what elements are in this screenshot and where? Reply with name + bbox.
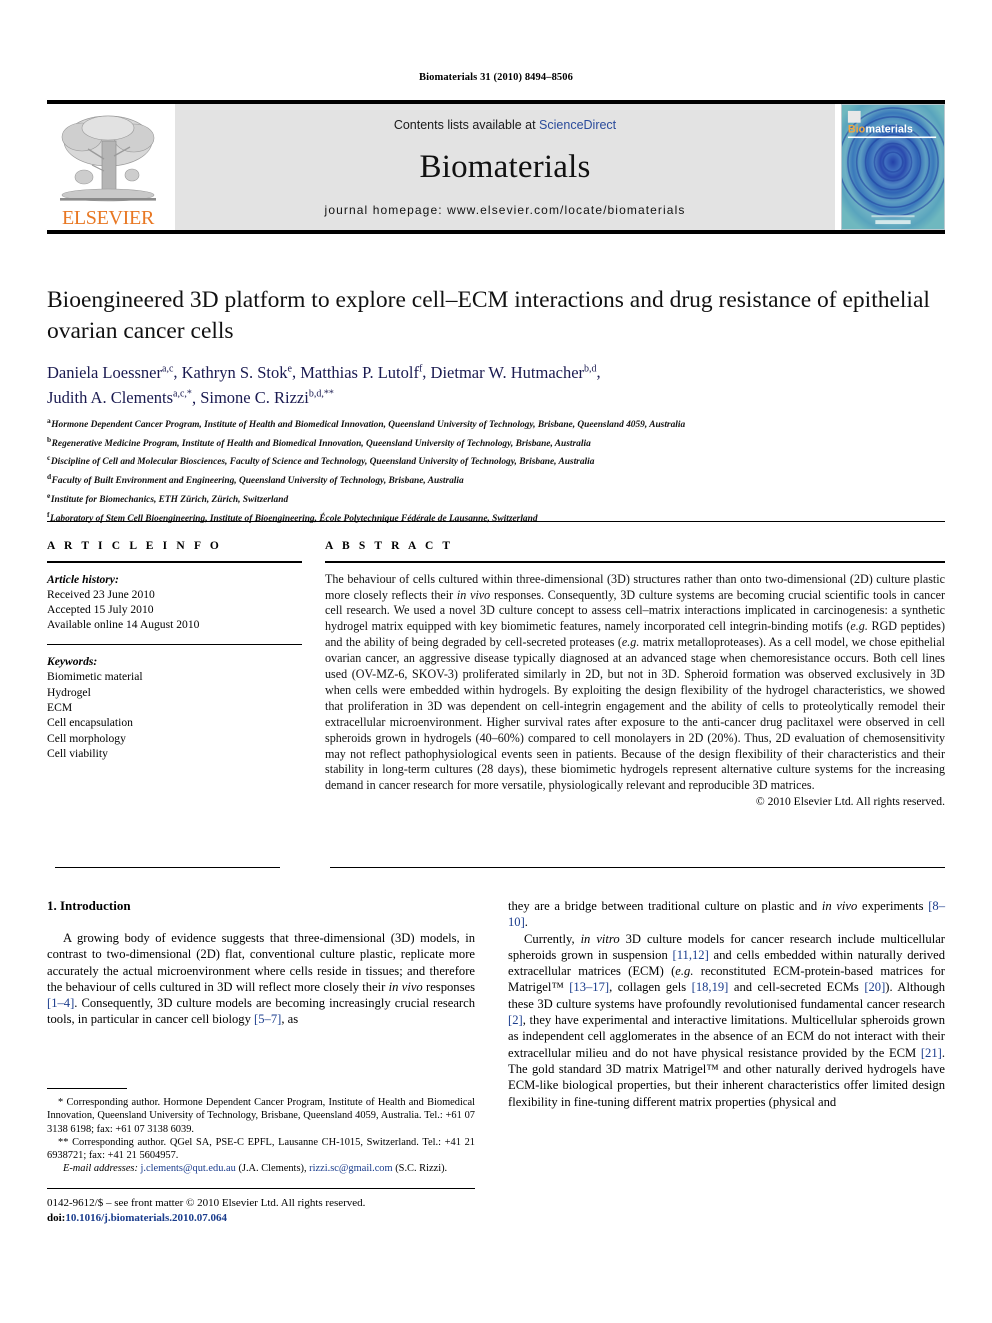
keyword-0: Biomimetic material [47, 670, 143, 684]
intro-paragraph-1-continued: they are a bridge between traditional cu… [508, 899, 945, 930]
affiliation-c: cDiscipline of Cell and Molecular Biosci… [47, 453, 595, 468]
journal-title: Biomaterials [419, 149, 591, 185]
abstract-heading-rule [325, 561, 945, 563]
author-1: Kathryn S. Stoke [181, 362, 292, 382]
article-history-label: Article history: [47, 572, 119, 586]
intro-paragraph-1: A growing body of evidence suggests that… [47, 931, 475, 1027]
elsevier-logo: ELSEVIER [47, 104, 169, 230]
affiliation-list: aHormone Dependent Cancer Program, Insti… [47, 414, 947, 526]
footnote-corresponding-2: ** Corresponding author. QGel SA, PSE-C … [47, 1136, 475, 1162]
imprint-front-matter: 0142-9612/$ – see front matter © 2010 El… [47, 1197, 366, 1209]
abstract-copyright: © 2010 Elsevier Ltd. All rights reserved… [755, 795, 945, 809]
contents-prefix: Contents lists available at [393, 118, 540, 132]
article-info-column: A R T I C L E I N F O Article history: R… [47, 540, 302, 761]
affiliation-a: aHormone Dependent Cancer Program, Insti… [47, 416, 686, 431]
abstract-column: A B S T R A C T The behaviour of cells c… [325, 540, 945, 808]
doi-link[interactable]: 10.1016/j.biomaterials.2010.07.064 [65, 1212, 227, 1224]
abstract-text: The behaviour of cells cultured within t… [325, 571, 945, 793]
journal-banner: Contents lists available at ScienceDirec… [175, 104, 835, 230]
keyword-3: Cell encapsulation [47, 716, 133, 730]
affiliation-e: eInstitute for Biomechanics, ETH Zürich,… [47, 490, 289, 505]
author-list: Daniela Loessnera,c, Kathryn S. Stoke, M… [47, 362, 601, 408]
article-info-heading-rule [47, 561, 302, 563]
body-left-column: 1. Introduction A growing body of eviden… [47, 898, 475, 1028]
imprint-top-rule [47, 1188, 475, 1190]
elsevier-tree-icon [60, 115, 156, 202]
journal-masthead: ELSEVIER Contents lists available at Sci… [47, 100, 945, 234]
author-3: Dietmar W. Hutmacherb,d [430, 362, 597, 382]
svg-text:materials: materials [866, 124, 913, 136]
email-link-clements[interactable]: j.clements@qut.edu.au [141, 1163, 236, 1174]
page-title: Bioengineered 3D platform to explore cel… [47, 287, 930, 344]
keyword-4: Cell morphology [47, 731, 126, 745]
author-0-affiliation-marks: a,c [162, 363, 174, 374]
email-link-rizzi[interactable]: rizzi.sc@gmail.com [309, 1163, 392, 1174]
author-5-affiliation-marks: b,d,** [308, 388, 334, 400]
running-head: Biomaterials 31 (2010) 8494–8506 [419, 72, 573, 83]
author-4-affiliation-marks: a,c,* [173, 388, 192, 400]
keyword-5: Cell viability [47, 746, 108, 760]
article-info-heading: A R T I C L E I N F O [47, 540, 222, 552]
email-owner-clements: (J.A. Clements), [238, 1163, 307, 1175]
footnote-corresponding-1: * Corresponding author. Hormone Dependen… [47, 1097, 475, 1135]
footnote-block: * Corresponding author. Hormone Dependen… [47, 1096, 475, 1176]
body-left-rule [55, 867, 280, 869]
footnote-separator-rule [47, 1088, 127, 1090]
contents-available-line: Contents lists available at ScienceDirec… [394, 118, 616, 132]
history-online: Available online 14 August 2010 [47, 618, 200, 632]
author-3-affiliation-marks: b,d [584, 363, 597, 374]
history-received: Received 23 June 2010 [47, 587, 155, 601]
author-2-affiliation-marks: f [418, 363, 423, 374]
author-5: Simone C. Rizzib,d,** [200, 388, 334, 407]
keywords-label: Keywords: [47, 655, 98, 669]
affiliation-f: fLaboratory of Stem Cell Bioengineering,… [47, 509, 538, 524]
abstract-heading: A B S T R A C T [325, 540, 454, 552]
imprint-block: 0142-9612/$ – see front matter © 2010 El… [47, 1196, 475, 1225]
keyword-1: Hydrogel [47, 685, 91, 699]
journal-cover-thumbnail: Bio materials [841, 104, 945, 230]
article-history-block: Article history: Received 23 June 2010 A… [47, 572, 302, 633]
section-number: 1. [47, 898, 57, 913]
elsevier-wordmark: ELSEVIER [61, 207, 155, 229]
affiliation-d: dFaculty of Built Environment and Engine… [47, 472, 464, 487]
info-section-top-rule [47, 521, 945, 522]
sciencedirect-link[interactable]: ScienceDirect [539, 118, 616, 132]
masthead-bottom-rule [47, 230, 945, 234]
author-4: Judith A. Clementsa,c,* [47, 388, 192, 407]
imprint-doi-line: doi:10.1016/j.biomaterials.2010.07.064 [47, 1211, 475, 1226]
keywords-block: Keywords: Biomimetic material Hydrogel E… [47, 654, 302, 761]
journal-article-page: Biomaterials 31 (2010) 8494–8506 ELSEVIE… [0, 0, 992, 1323]
doi-prefix: doi: [47, 1211, 66, 1224]
section-heading-introduction: 1. Introduction [47, 898, 475, 914]
body-right-rule [330, 867, 945, 869]
svg-text:Bio: Bio [848, 124, 866, 136]
email-owner-rizzi: (S.C. Rizzi). [395, 1163, 448, 1175]
author-1-affiliation-marks: e [287, 363, 292, 374]
body-right-column: they are a bridge between traditional cu… [508, 898, 945, 1110]
author-0: Daniela Loessnera,c [47, 362, 174, 382]
footnote-emails: E-mail addresses: j.clements@qut.edu.au … [47, 1162, 475, 1175]
cover-artwork: Bio materials [842, 105, 944, 229]
keyword-2: ECM [47, 701, 73, 715]
intro-paragraph-2: Currently, in vitro 3D culture models fo… [508, 931, 946, 1109]
author-2: Matthias P. Lutolff [300, 362, 423, 382]
article-info-separator-rule [47, 643, 302, 646]
affiliation-b: bRegenerative Medicine Program, Institut… [47, 434, 591, 449]
history-accepted: Accepted 15 July 2010 [47, 603, 154, 617]
section-title: Introduction [60, 898, 131, 913]
email-addresses-label: E-mail addresses: [63, 1163, 138, 1175]
journal-homepage-link[interactable]: journal homepage: www.elsevier.com/locat… [325, 203, 686, 217]
